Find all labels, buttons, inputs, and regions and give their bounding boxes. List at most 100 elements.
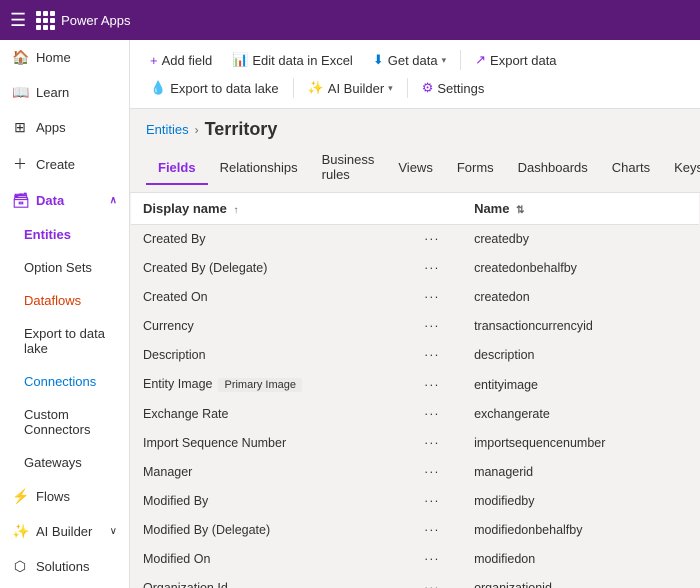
cell-name: modifiedon [462, 545, 699, 574]
sidebar-item-dataflows[interactable]: Dataflows [0, 284, 129, 317]
table-row[interactable]: Entity ImagePrimary Image···entityimage [131, 370, 699, 400]
sidebar-item-apps[interactable]: ⊞ Apps [0, 110, 129, 145]
get-data-label: Get data [388, 53, 438, 68]
sidebar-item-learn[interactable]: 📖 Learn [0, 75, 129, 110]
edit-excel-icon: 📊 [232, 52, 248, 68]
tab-fields[interactable]: Fields [146, 152, 208, 185]
sidebar-label-export-data-lake: Export to data lake [24, 326, 117, 356]
cell-name: createdby [462, 225, 699, 254]
sidebar-item-flows[interactable]: ⚡ Flows [0, 479, 129, 514]
tab-business-rules[interactable]: Business rules [310, 144, 387, 192]
export-data-button[interactable]: ↗ Export data [467, 48, 564, 72]
app-title: Power Apps [61, 13, 130, 28]
tab-relationships[interactable]: Relationships [208, 152, 310, 185]
cell-dots-menu[interactable]: ··· [412, 458, 462, 487]
tab-dashboards[interactable]: Dashboards [506, 152, 600, 185]
tab-keys[interactable]: Keys [662, 152, 700, 185]
table-row[interactable]: Modified By···modifiedby [131, 487, 699, 516]
tabs: Fields Relationships Business rules View… [130, 140, 700, 193]
export-lake-button[interactable]: 💧 Export to data lake [142, 76, 287, 100]
sidebar-label-data: Data [36, 193, 64, 208]
sidebar-item-home[interactable]: 🏠 Home [0, 40, 129, 75]
table-row[interactable]: Modified By (Delegate)···modifiedonbehal… [131, 516, 699, 545]
sidebar-label-gateways: Gateways [24, 455, 82, 470]
sidebar-item-data[interactable]: 🗃 Data ∧ [0, 183, 129, 218]
table-row[interactable]: Organization Id···organizationid [131, 574, 699, 588]
sidebar: 🏠 Home 📖 Learn ⊞ Apps ＋ Create 🗃 Data ∧ … [0, 40, 130, 588]
home-icon: 🏠 [12, 49, 28, 66]
data-chevron-icon: ∧ [110, 195, 117, 206]
table-row[interactable]: Description···description [131, 341, 699, 370]
tab-charts[interactable]: Charts [600, 152, 662, 185]
col-display-name[interactable]: Display name ↑ [131, 193, 412, 225]
sidebar-label-entities: Entities [24, 227, 71, 242]
cell-name: transactioncurrencyid [462, 312, 699, 341]
sidebar-item-devtools[interactable]: 🔧 DevTools ∨ [0, 584, 129, 588]
edit-excel-button[interactable]: 📊 Edit data in Excel [224, 48, 361, 72]
ai-builder-dropdown-icon: ▾ [388, 83, 393, 94]
cell-dots-menu[interactable]: ··· [412, 545, 462, 574]
cell-display-name: Currency [131, 312, 412, 341]
table-row[interactable]: Import Sequence Number···importsequencen… [131, 429, 699, 458]
add-field-icon: + [150, 53, 158, 68]
cell-dots-menu[interactable]: ··· [412, 370, 462, 400]
tab-views[interactable]: Views [386, 152, 444, 185]
sidebar-item-entities[interactable]: Entities [0, 218, 129, 251]
ai-builder-button[interactable]: ✨ AI Builder ▾ [300, 76, 401, 100]
add-field-label: Add field [162, 53, 213, 68]
cell-dots-menu[interactable]: ··· [412, 341, 462, 370]
add-field-button[interactable]: + Add field [142, 49, 220, 72]
toolbar-separator-3 [407, 78, 408, 98]
content-area: + Add field 📊 Edit data in Excel ⬇ Get d… [130, 40, 700, 588]
sidebar-label-create: Create [36, 157, 75, 172]
apps-icon: ⊞ [12, 119, 28, 136]
settings-label: Settings [437, 81, 484, 96]
cell-dots-menu[interactable]: ··· [412, 312, 462, 341]
flows-icon: ⚡ [12, 488, 28, 505]
cell-dots-menu[interactable]: ··· [412, 225, 462, 254]
col-name[interactable]: Name ⇅ [462, 193, 699, 225]
cell-dots-menu[interactable]: ··· [412, 429, 462, 458]
table-row[interactable]: Created On···createdon [131, 283, 699, 312]
cell-dots-menu[interactable]: ··· [412, 487, 462, 516]
settings-button[interactable]: ⚙ Settings [414, 76, 493, 100]
cell-dots-menu[interactable]: ··· [412, 283, 462, 312]
table-row[interactable]: Modified On···modifiedon [131, 545, 699, 574]
sidebar-item-create[interactable]: ＋ Create [0, 145, 129, 183]
sidebar-item-gateways[interactable]: Gateways [0, 446, 129, 479]
sidebar-item-custom-connectors[interactable]: Custom Connectors [0, 398, 129, 446]
table-row[interactable]: Currency···transactioncurrencyid [131, 312, 699, 341]
table-row[interactable]: Created By···createdby [131, 225, 699, 254]
ai-builder-icon: ✨ [12, 523, 28, 540]
sidebar-label-learn: Learn [36, 85, 69, 100]
cell-display-name: Modified By [131, 487, 412, 516]
get-data-button[interactable]: ⬇ Get data ▾ [365, 48, 454, 72]
sidebar-label-apps: Apps [36, 120, 66, 135]
fields-table: Display name ↑ Name ⇅ Created By···creat… [130, 193, 700, 588]
topbar: ☰ Power Apps [0, 0, 700, 40]
cell-dots-menu[interactable]: ··· [412, 574, 462, 588]
breadcrumb-parent[interactable]: Entities [146, 122, 189, 137]
toolbar: + Add field 📊 Edit data in Excel ⬇ Get d… [130, 40, 700, 109]
table-row[interactable]: Exchange Rate···exchangerate [131, 400, 699, 429]
table-row[interactable]: Created By (Delegate)···createdonbehalfb… [131, 254, 699, 283]
sidebar-item-solutions[interactable]: ⬡ Solutions [0, 549, 129, 584]
col-actions [412, 193, 462, 225]
get-data-icon: ⬇ [373, 52, 384, 68]
tab-forms[interactable]: Forms [445, 152, 506, 185]
sidebar-item-option-sets[interactable]: Option Sets [0, 251, 129, 284]
cell-name: entityimage [462, 370, 699, 400]
logo-grid [36, 11, 55, 30]
cell-display-name: Entity ImagePrimary Image [131, 370, 412, 400]
cell-dots-menu[interactable]: ··· [412, 516, 462, 545]
table-row[interactable]: Manager···managerid [131, 458, 699, 487]
cell-dots-menu[interactable]: ··· [412, 254, 462, 283]
hamburger-menu[interactable]: ☰ [10, 10, 26, 31]
breadcrumb: Entities › Territory [130, 109, 700, 140]
cell-dots-menu[interactable]: ··· [412, 400, 462, 429]
cell-name: modifiedby [462, 487, 699, 516]
settings-icon: ⚙ [422, 80, 434, 96]
sidebar-item-ai-builder[interactable]: ✨ AI Builder ∨ [0, 514, 129, 549]
sidebar-item-connections[interactable]: Connections [0, 365, 129, 398]
sidebar-item-export-data-lake[interactable]: Export to data lake [0, 317, 129, 365]
